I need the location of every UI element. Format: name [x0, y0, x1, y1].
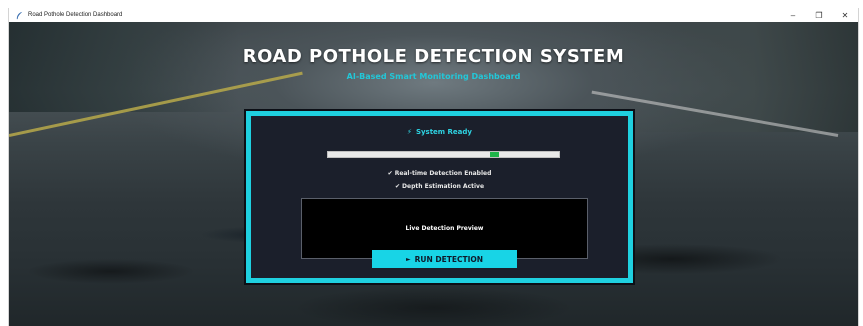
preview-label: Live Detection Preview [405, 225, 484, 232]
lightning-icon: ⚡ [407, 128, 412, 136]
check-realtime-detection: ✔ Real-time Detection Enabled [387, 170, 492, 177]
app-window: Road Pothole Detection Dashboard – ❐ ✕ R… [8, 8, 859, 326]
background-trees-left [9, 22, 239, 112]
road-background-image: ROAD POTHOLE DETECTION SYSTEM AI-Based S… [9, 22, 858, 326]
run-detection-label: RUN DETECTION [414, 254, 484, 264]
check-depth-estimation: ✔ Depth Estimation Active [394, 183, 485, 190]
page-subtitle: AI-Based Smart Monitoring Dashboard [346, 72, 521, 81]
minimize-button[interactable]: – [780, 8, 806, 22]
window-controls: – ❐ ✕ [780, 8, 858, 22]
maximize-button[interactable]: ❐ [806, 8, 832, 22]
status-text: System Ready [415, 128, 472, 136]
run-detection-button[interactable]: ► RUN DETECTION [372, 250, 517, 268]
window-titlebar[interactable]: Road Pothole Detection Dashboard – ❐ ✕ [9, 8, 858, 22]
progress-indicator [490, 152, 499, 157]
feather-icon [15, 11, 24, 20]
page-title: ROAD POTHOLE DETECTION SYSTEM [242, 46, 625, 67]
control-panel: ⚡ System Ready ✔ Real-time Detection Enab… [246, 111, 633, 283]
close-button[interactable]: ✕ [832, 8, 858, 22]
play-icon: ► [405, 255, 411, 263]
progress-bar [327, 151, 560, 158]
window-title: Road Pothole Detection Dashboard [28, 12, 123, 18]
status-line: ⚡ System Ready [251, 128, 628, 136]
